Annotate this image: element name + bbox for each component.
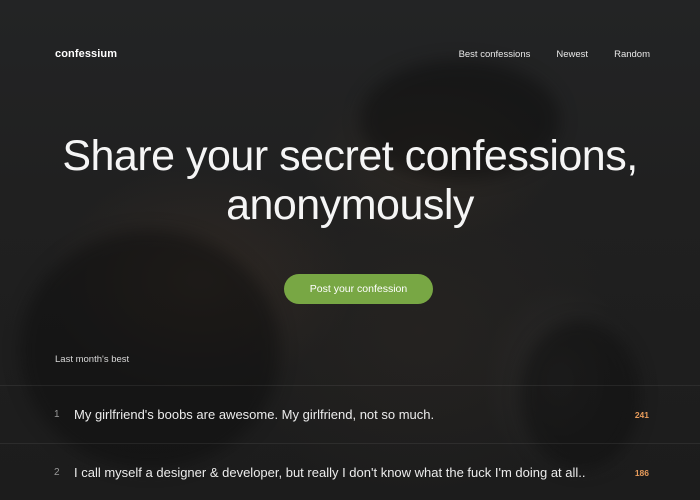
nav-link-random[interactable]: Random [614, 49, 650, 60]
nav-link-best-confessions[interactable]: Best confessions [459, 49, 531, 60]
list-item[interactable]: 2 I call myself a designer & developer, … [0, 443, 700, 500]
confession-list: 1 My girlfriend's boobs are awesome. My … [0, 385, 700, 500]
post-confession-button[interactable]: Post your confession [284, 274, 433, 304]
hero-title: Share your secret confessions, anonymous… [0, 132, 700, 230]
vote-count: 186 [634, 467, 649, 478]
section-label-best: Last month's best [55, 354, 130, 365]
top-nav: confessium Best confessions Newest Rando… [55, 44, 650, 64]
rank-number: 2 [54, 467, 60, 478]
nav-links: Best confessions Newest Random [459, 49, 650, 60]
nav-link-newest[interactable]: Newest [556, 49, 588, 60]
confession-text[interactable]: My girlfriend's boobs are awesome. My gi… [74, 407, 434, 422]
rank-number: 1 [54, 409, 60, 420]
hero-title-line-2: anonymously [226, 181, 474, 229]
page: confessium Best confessions Newest Rando… [0, 0, 700, 500]
logo[interactable]: confessium [55, 48, 117, 60]
vote-count: 241 [634, 409, 649, 420]
hero-title-line-1: Share your secret confessions, [62, 132, 638, 180]
confession-text[interactable]: I call myself a designer & developer, bu… [74, 465, 586, 480]
list-item[interactable]: 1 My girlfriend's boobs are awesome. My … [0, 385, 700, 443]
